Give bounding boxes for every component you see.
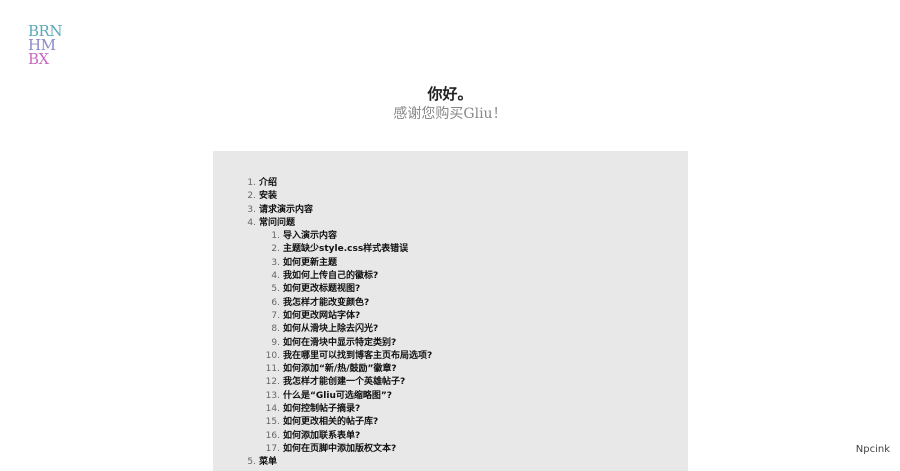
toc-item[interactable]: 1. 介绍 [245, 177, 432, 190]
toc-subitem[interactable]: 12. 我怎样才能创建一个英雄帖子? [245, 376, 432, 389]
toc-item-number: 7. [271, 310, 280, 321]
toc-subitem[interactable]: 17. 如何在页脚中添加版权文本? [245, 443, 432, 456]
toc-subitem[interactable]: 11. 如何添加“新/热/鼓励”徽章? [245, 363, 432, 376]
toc-item-number: 3. [271, 257, 280, 268]
toc-panel: 1. 介绍 2. 安装 3. 请求演示内容 4. 常问问题 1. 导入演示内容 2. 主题缺少styl… [213, 151, 688, 471]
toc-item-number: 2. [247, 191, 256, 202]
toc-subitem[interactable]: 4. 我如何上传自己的徽标? [245, 270, 432, 283]
toc-item-number: 4. [271, 271, 280, 282]
toc-item[interactable]: 2. 安装 [245, 190, 432, 203]
toc-item-link[interactable]: 如何控制帖子摘录? [283, 404, 360, 414]
toc-item-number: 15. [265, 417, 280, 428]
toc-item-link[interactable]: 请求演示内容 [259, 205, 313, 215]
toc-item[interactable]: 5. 菜单 [245, 456, 432, 469]
toc-item-number: 6. [271, 297, 280, 308]
toc-item-link[interactable]: 如何更改相关的帖子库? [283, 417, 378, 427]
toc-item-link[interactable]: 常问问题 [259, 218, 295, 228]
table-of-contents: 1. 介绍 2. 安装 3. 请求演示内容 4. 常问问题 1. 导入演示内容 2. 主题缺少styl… [245, 177, 432, 470]
toc-item-number: 8. [271, 324, 280, 335]
toc-item-number: 4. [247, 217, 256, 228]
toc-item-number: 9. [271, 337, 280, 348]
toc-item-number: 2. [271, 244, 280, 255]
toc-item-number: 5. [271, 284, 280, 295]
toc-item-link[interactable]: 我怎样才能创建一个英雄帖子? [283, 377, 405, 387]
greeting: 你好。 感谢您购买Gliu！ [0, 84, 900, 124]
toc-subitem[interactable]: 16. 如何添加联系表单? [245, 430, 432, 443]
toc-item-number: 1. [271, 231, 280, 242]
toc-subitem[interactable]: 15. 如何更改相关的帖子库? [245, 416, 432, 429]
toc-item[interactable]: 3. 请求演示内容 [245, 204, 432, 217]
toc-subitem[interactable]: 10. 我在哪里可以找到博客主页布局选项? [245, 350, 433, 363]
toc-item-link[interactable]: 如何更改标题视图? [283, 284, 360, 294]
toc-item-link[interactable]: 我如何上传自己的徽标? [283, 271, 378, 281]
toc-item-link[interactable]: 如何添加联系表单? [283, 431, 360, 441]
toc-subitem[interactable]: 5. 如何更改标题视图? [245, 283, 432, 296]
toc-subitem[interactable]: 1. 导入演示内容 [245, 230, 432, 243]
brand-logo[interactable]: BRN HM BX [28, 24, 62, 68]
toc-subitem[interactable]: 7. 如何更改网站字体? [245, 310, 432, 323]
toc-subitem[interactable]: 2. 主题缺少style.css样式表错误 [245, 243, 432, 256]
toc-item-link[interactable]: 如何在页脚中添加版权文本? [283, 444, 396, 454]
toc-item-number: 13. [265, 390, 280, 401]
greeting-hello: 你好。 [427, 85, 473, 103]
toc-item-link[interactable]: 如何添加“新/热/鼓励”徽章? [283, 364, 397, 374]
toc-item-number: 12. [265, 377, 280, 388]
toc-item-link[interactable]: 我怎样才能改变颜色? [283, 298, 369, 308]
toc-subitem[interactable]: 9. 如何在滑块中显示特定类别? [245, 337, 432, 350]
toc-item-number: 14. [265, 404, 280, 415]
toc-subitem[interactable]: 6. 我怎样才能改变颜色? [245, 297, 432, 310]
toc-item-link[interactable]: 我在哪里可以找到博客主页布局选项? [283, 351, 432, 361]
toc-subitem[interactable]: 14. 如何控制帖子摘录? [245, 403, 432, 416]
toc-item[interactable]: 4. 常问问题 [245, 217, 432, 230]
toc-item-number: 16. [265, 430, 280, 441]
toc-item-number: 17. [265, 443, 280, 454]
toc-item-link[interactable]: 什么是“Gliu可选缩略图”? [283, 391, 392, 401]
toc-item-link[interactable]: 如何更新主题 [283, 258, 337, 268]
logo-line-3: BX [28, 50, 49, 68]
toc-item-link[interactable]: 如何在滑块中显示特定类别? [283, 338, 396, 348]
toc-subitem[interactable]: 13. 什么是“Gliu可选缩略图”? [245, 390, 432, 403]
toc-item-number: 3. [247, 204, 256, 215]
greeting-thanks: 感谢您购买Gliu！ [393, 106, 507, 122]
toc-item-link[interactable]: 介绍 [259, 178, 277, 188]
toc-item-number: 1. [247, 178, 256, 188]
toc-item-link[interactable]: 导入演示内容 [283, 231, 337, 241]
toc-item-link[interactable]: 如何更改网站字体? [283, 311, 360, 321]
toc-item-link[interactable]: 安装 [259, 191, 277, 201]
toc-item-link[interactable]: 主题缺少style.css样式表错误 [283, 244, 408, 254]
toc-item-number: 10. [265, 350, 280, 361]
watermark-credit: Npcink [855, 444, 890, 455]
toc-subitem[interactable]: 3. 如何更新主题 [245, 257, 432, 270]
toc-subitem[interactable]: 8. 如何从滑块上除去闪光? [245, 323, 432, 336]
toc-item-link[interactable]: 如何从滑块上除去闪光? [283, 324, 378, 334]
toc-item-number: 11. [265, 364, 280, 375]
toc-item-number: 5. [247, 457, 256, 468]
